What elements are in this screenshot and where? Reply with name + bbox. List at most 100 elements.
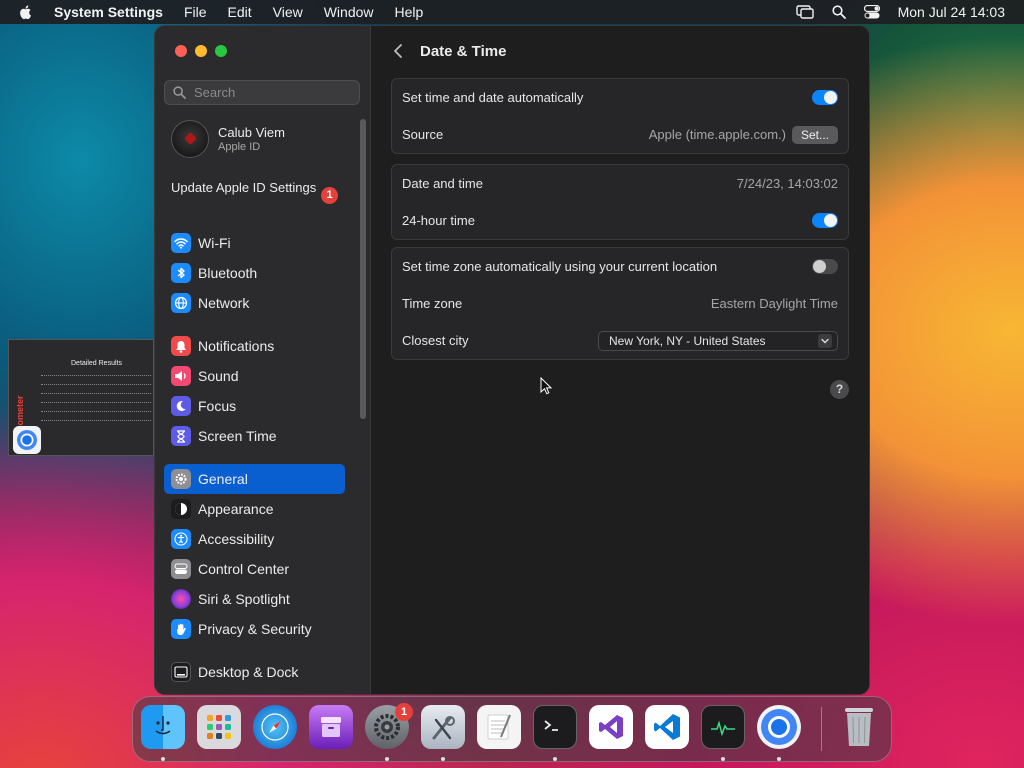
vscode-icon[interactable] [645, 705, 689, 749]
menu-help[interactable]: Help [395, 4, 424, 20]
auto-time-toggle[interactable] [812, 90, 838, 105]
search-input[interactable] [192, 84, 346, 101]
sidebar-item-desktop-dock[interactable]: Desktop & Dock [164, 657, 345, 687]
sidebar-item-label: Accessibility [198, 531, 275, 547]
sidebar-item-label: Siri & Spotlight [198, 591, 290, 607]
sidebar: Calub Viem Apple ID Update Apple ID Sett… [155, 26, 371, 694]
sidebar-search[interactable] [164, 80, 360, 105]
sidebar-item-label: Sound [198, 368, 239, 384]
menu-file[interactable]: File [184, 4, 207, 20]
apple-logo-icon[interactable] [18, 4, 34, 20]
minimize-window-button[interactable] [195, 45, 207, 57]
sidebar-item-appearance[interactable]: Appearance [164, 494, 345, 524]
row-time-zone: Time zone Eastern Daylight Time [392, 285, 848, 322]
help-button[interactable]: ? [830, 380, 849, 399]
spotlight-search-icon[interactable] [831, 5, 846, 19]
sidebar-item-wifi[interactable]: Wi-Fi [164, 228, 345, 258]
accessibility-icon [171, 529, 191, 549]
sidebar-item-label: Privacy & Security [198, 621, 312, 637]
sidebar-item-accessibility[interactable]: Accessibility [164, 524, 345, 554]
textedit-icon[interactable] [477, 705, 521, 749]
launchpad-icon[interactable] [197, 705, 241, 749]
avatar [171, 120, 209, 158]
row-tz-automatic: Set time zone automatically using your c… [392, 248, 848, 285]
closest-city-select[interactable]: New York, NY - United States [598, 330, 838, 351]
chrome-icon [13, 426, 41, 454]
sidebar-item-privacy-security[interactable]: Privacy & Security [164, 614, 345, 644]
hourglass-icon [171, 426, 191, 446]
background-window-thumbnail[interactable]: Detailed Results edometer [8, 339, 154, 456]
terminal-icon[interactable] [533, 705, 577, 749]
apple-id-account[interactable]: Calub Viem Apple ID [171, 120, 285, 158]
source-label: Source [402, 127, 444, 142]
running-indicator [721, 757, 725, 761]
sidebar-item-sound[interactable]: Sound [164, 361, 345, 391]
city-label: Closest city [402, 333, 469, 348]
sidebar-item-control-center[interactable]: Control Center [164, 554, 345, 584]
datetime-label: Date and time [402, 176, 483, 191]
menu-app-name[interactable]: System Settings [54, 4, 163, 20]
sidebar-group-desktop: Desktop & Dock [164, 657, 345, 687]
sidebar-item-label: Control Center [198, 561, 290, 577]
hour24-label: 24-hour time [402, 213, 475, 228]
safari-icon[interactable] [253, 705, 297, 749]
running-indicator [777, 757, 781, 761]
account-subtitle: Apple ID [218, 141, 261, 153]
account-name: Calub Viem [218, 125, 285, 140]
menu-bar: System Settings File Edit View Window He… [0, 0, 1024, 24]
script-editor-icon[interactable] [421, 705, 465, 749]
running-indicator [553, 757, 557, 761]
menu-window[interactable]: Window [324, 4, 374, 20]
sidebar-item-general[interactable]: General [164, 464, 345, 494]
menu-edit[interactable]: Edit [228, 4, 252, 20]
group-date-time: Date and time 7/24/23, 14:03:02 24-hour … [391, 164, 849, 240]
tz-auto-label: Set time zone automatically using your c… [402, 259, 718, 274]
hour24-toggle[interactable] [812, 213, 838, 228]
sidebar-item-notifications[interactable]: Notifications [164, 331, 345, 361]
screen-mirroring-icon[interactable] [795, 5, 814, 19]
menu-clock[interactable]: Mon Jul 24 14:03 [898, 4, 1005, 20]
update-badge: 1 [321, 187, 338, 204]
auto-time-label: Set time and date automatically [402, 90, 584, 105]
sidebar-scrollbar[interactable] [360, 119, 366, 419]
bell-icon [171, 336, 191, 356]
control-center-icon[interactable] [863, 5, 880, 19]
row-source: Source Apple (time.apple.com.) Set... [392, 116, 848, 153]
running-indicator [441, 757, 445, 761]
chrome-dock-icon[interactable] [757, 705, 801, 749]
archive-app-icon[interactable] [309, 705, 353, 749]
running-indicator [161, 757, 165, 761]
dock: 1 [132, 696, 892, 762]
sidebar-item-focus[interactable]: Focus [164, 391, 345, 421]
datetime-value[interactable]: 7/24/23, 14:03:02 [737, 176, 838, 191]
zoom-window-button[interactable] [215, 45, 227, 57]
page-title: Date & Time [420, 43, 507, 60]
settings-dock-badge: 1 [395, 703, 413, 721]
date-time-pane: Date & Time Set time and date automatica… [371, 26, 869, 694]
activity-monitor-icon[interactable] [701, 705, 745, 749]
moon-icon [171, 396, 191, 416]
close-window-button[interactable] [175, 45, 187, 57]
sidebar-item-label: Wi-Fi [198, 235, 231, 251]
sidebar-group-notifications: Notifications Sound Focus Screen Time [164, 331, 345, 451]
back-chevron-icon[interactable] [391, 43, 407, 59]
sidebar-item-label: Notifications [198, 338, 275, 354]
row-24-hour-time: 24-hour time [392, 202, 848, 239]
chevron-down-icon [818, 333, 832, 348]
sidebar-group-general: General Appearance Accessibility Control… [164, 464, 345, 644]
menu-view[interactable]: View [273, 4, 303, 20]
visual-studio-icon[interactable] [589, 705, 633, 749]
trash-icon[interactable] [837, 705, 881, 749]
gear-icon [171, 469, 191, 489]
sidebar-item-bluetooth[interactable]: Bluetooth [164, 258, 345, 288]
row-date-and-time: Date and time 7/24/23, 14:03:02 [392, 165, 848, 202]
finder-icon[interactable] [141, 705, 185, 749]
set-source-button[interactable]: Set... [791, 125, 838, 144]
sidebar-item-siri-spotlight[interactable]: Siri & Spotlight [164, 584, 345, 614]
sidebar-item-screen-time[interactable]: Screen Time [164, 421, 345, 451]
sidebar-item-network[interactable]: Network [164, 288, 345, 318]
update-apple-id-settings[interactable]: Update Apple ID Settings [171, 180, 341, 196]
dock-separator [821, 707, 822, 751]
tz-auto-toggle[interactable] [812, 259, 838, 274]
dock-icon [171, 662, 191, 682]
